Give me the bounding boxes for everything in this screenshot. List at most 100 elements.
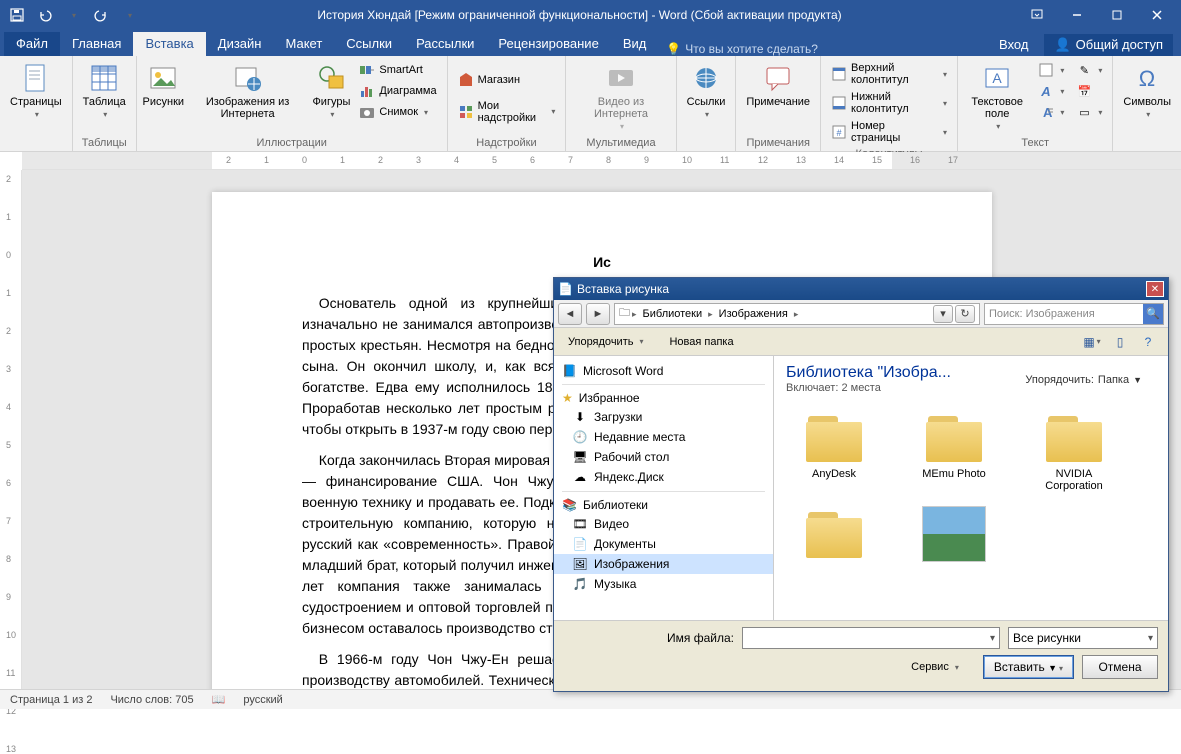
preview-button[interactable]: ▯	[1110, 332, 1130, 352]
tree-recent[interactable]: 🕘Недавние места	[554, 427, 773, 447]
search-icon[interactable]: 🔍	[1143, 304, 1163, 324]
word-count[interactable]: Число слов: 705	[110, 694, 193, 706]
folder-tree[interactable]: 📘Microsoft Word ★Избранное ⬇Загрузки 🕘Не…	[554, 356, 774, 620]
video-button[interactable]: Видео из Интернета	[572, 60, 669, 135]
tree-video[interactable]: 🎞Видео	[554, 514, 773, 534]
folder-item[interactable]: AnyDesk	[784, 406, 884, 496]
tree-desktop[interactable]: 🖥Рабочий стол	[554, 447, 773, 467]
footer-button[interactable]: Нижний колонтитул	[827, 89, 951, 117]
table-button[interactable]: Таблица	[79, 60, 130, 135]
tree-favorites[interactable]: ★Избранное	[554, 389, 773, 407]
folder-item[interactable]	[784, 502, 884, 566]
share-button[interactable]: 👤 Общий доступ	[1044, 34, 1173, 56]
pictures-button[interactable]: Рисунки	[143, 60, 184, 135]
store-button[interactable]: Магазин	[454, 70, 560, 90]
links-button[interactable]: Ссылки	[683, 60, 730, 135]
tab-home[interactable]: Главная	[60, 32, 133, 56]
forward-button[interactable]: ►	[586, 303, 610, 325]
folder-item[interactable]: MEmu Photo	[904, 406, 1004, 496]
pagenum-icon: #	[831, 124, 847, 140]
folder-icon	[802, 506, 866, 562]
close-button[interactable]	[1137, 1, 1177, 29]
shapes-button[interactable]: Фигуры	[311, 60, 351, 135]
filter-combo[interactable]: Все рисунки	[1008, 627, 1158, 649]
shapes-icon	[315, 62, 347, 94]
tree-yandex[interactable]: ☁Яндекс.Диск	[554, 467, 773, 487]
ruler-vertical[interactable]: 21012345678910111213	[0, 170, 22, 689]
dialog-close-button[interactable]: ✕	[1146, 281, 1164, 297]
group-pages: Страницы Страницы	[0, 56, 73, 151]
tab-review[interactable]: Рецензирование	[486, 32, 610, 56]
undo-dropdown[interactable]	[60, 3, 86, 27]
smartart-button[interactable]: SmartArt	[355, 60, 440, 80]
symbols-button[interactable]: Ω Символы	[1119, 60, 1175, 135]
cancel-button[interactable]: Отмена	[1082, 655, 1158, 679]
help-button[interactable]: ?	[1138, 332, 1158, 352]
signature-button[interactable]: ✎	[1072, 60, 1106, 80]
chart-button[interactable]: Диаграмма	[355, 81, 440, 101]
ribbon-options-button[interactable]	[1017, 1, 1057, 29]
screenshot-button[interactable]: Снимок	[355, 102, 440, 122]
dialog-titlebar[interactable]: 📄 Вставка рисунка ✕	[554, 278, 1168, 300]
textbox-button[interactable]: A Текстовое поле	[964, 60, 1030, 135]
online-pictures-button[interactable]: Изображения из Интернета	[188, 60, 308, 135]
maximize-button[interactable]	[1097, 1, 1137, 29]
quickparts-button[interactable]	[1034, 60, 1068, 80]
share-label: Общий доступ	[1076, 37, 1163, 52]
service-button[interactable]: Сервис	[907, 659, 963, 675]
minimize-button[interactable]	[1057, 1, 1097, 29]
undo-button[interactable]	[32, 3, 58, 27]
redo-button[interactable]	[88, 3, 114, 27]
tab-view[interactable]: Вид	[611, 32, 659, 56]
object-button[interactable]: ▭	[1072, 102, 1106, 122]
breadcrumb[interactable]: 🗀 Библиотеки Изображения ▾↻	[614, 303, 980, 325]
tab-design[interactable]: Дизайн	[206, 32, 274, 56]
organize-button[interactable]: Упорядочить	[564, 334, 647, 350]
wordart-button[interactable]: A	[1034, 81, 1068, 101]
titlebar: История Хюндай [Режим ограниченной функц…	[0, 0, 1181, 30]
header-button[interactable]: Верхний колонтитул	[827, 60, 951, 88]
tab-layout[interactable]: Макет	[273, 32, 334, 56]
tab-insert[interactable]: Вставка	[133, 32, 205, 56]
table-label: Таблица	[83, 96, 126, 108]
crumb-root[interactable]: Библиотеки	[639, 308, 707, 320]
comment-button[interactable]: Примечание	[742, 60, 814, 135]
ruler-horizontal[interactable]: 2101234567891011121314151617	[22, 152, 1181, 170]
svg-text:A: A	[1041, 84, 1051, 99]
back-button[interactable]: ◄	[558, 303, 582, 325]
wordart-icon: A	[1038, 83, 1054, 99]
signin-link[interactable]: Вход	[991, 33, 1036, 56]
tab-references[interactable]: Ссылки	[334, 32, 404, 56]
dropcap-button[interactable]: A	[1034, 102, 1068, 122]
myaddins-button[interactable]: Мои надстройки	[454, 98, 560, 126]
folder-item[interactable]: NVIDIA Corporation	[1024, 406, 1124, 496]
qat-customize[interactable]	[116, 3, 142, 27]
tab-mailings[interactable]: Рассылки	[404, 32, 486, 56]
filename-combo[interactable]	[742, 627, 1000, 649]
breadcrumb-dropdown[interactable]: ▾	[933, 305, 953, 323]
view-button[interactable]: ▦	[1082, 332, 1102, 352]
proofing-icon[interactable]: 📖	[212, 693, 226, 706]
pages-button[interactable]: Страницы	[6, 60, 66, 135]
tell-me-search[interactable]: 💡 Что вы хотите сделать?	[658, 42, 826, 56]
insert-button[interactable]: Вставить ▼	[983, 655, 1074, 679]
image-item[interactable]	[904, 502, 1004, 566]
datetime-button[interactable]: 📅	[1072, 81, 1106, 101]
tab-file[interactable]: Файл	[4, 32, 60, 56]
tree-libraries[interactable]: 📚Библиотеки	[554, 496, 773, 514]
search-box[interactable]: Поиск: Изображения 🔍	[984, 303, 1164, 325]
tree-images[interactable]: 🖼Изображения	[554, 554, 773, 574]
page-indicator[interactable]: Страница 1 из 2	[10, 694, 92, 706]
crumb-current[interactable]: Изображения	[715, 308, 792, 320]
folder-grid[interactable]: AnyDesk MEmu Photo NVIDIA Corporation	[774, 398, 1168, 620]
tree-documents[interactable]: 📄Документы	[554, 534, 773, 554]
pagenum-button[interactable]: #Номер страницы	[827, 118, 951, 146]
newfolder-button[interactable]: Новая папка	[665, 334, 737, 350]
tree-downloads[interactable]: ⬇Загрузки	[554, 407, 773, 427]
tree-music[interactable]: 🎵Музыка	[554, 574, 773, 594]
language-indicator[interactable]: русский	[243, 694, 282, 706]
sort-control[interactable]: Упорядочить: Папка ▼	[1025, 374, 1142, 386]
tree-word[interactable]: 📘Microsoft Word	[554, 362, 773, 380]
refresh-button[interactable]: ↻	[955, 305, 975, 323]
save-button[interactable]	[4, 3, 30, 27]
